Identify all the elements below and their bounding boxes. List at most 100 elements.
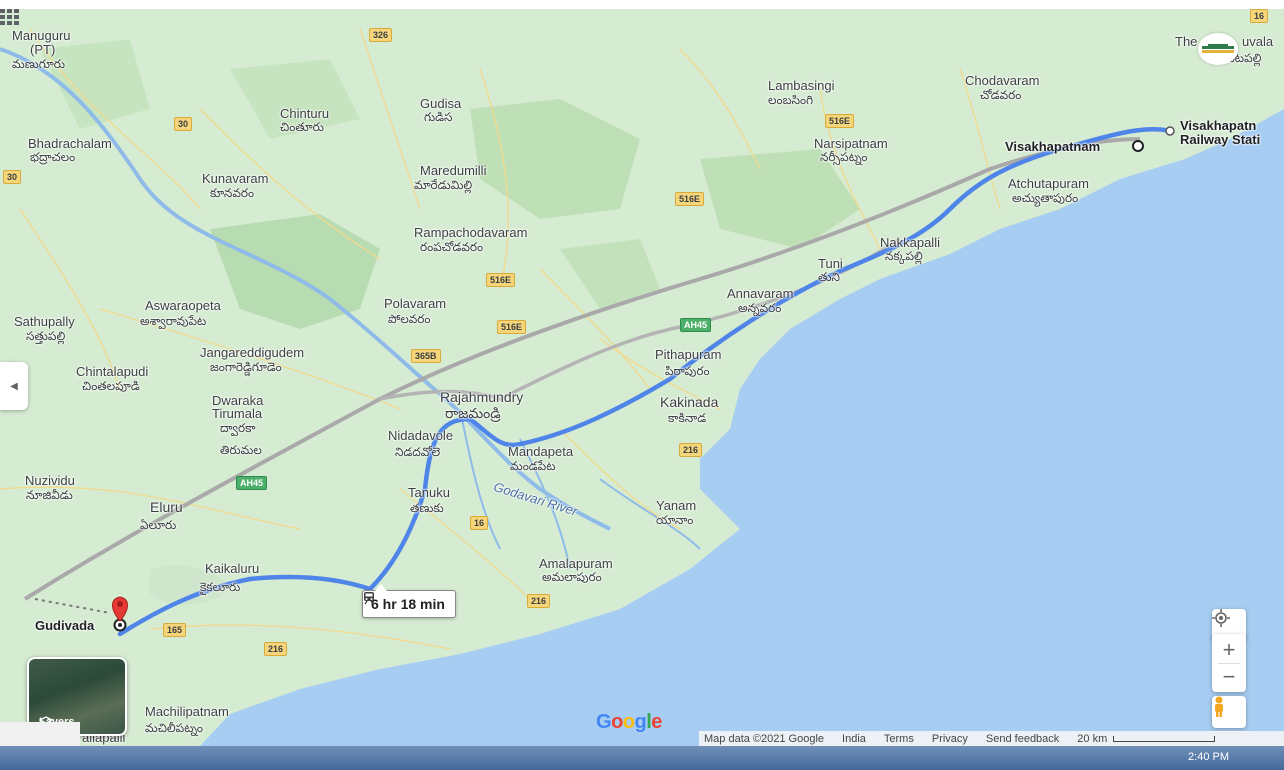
place-label: Atchutapuram bbox=[1008, 176, 1089, 191]
road-shield: 16 bbox=[470, 516, 489, 530]
road-shield: 516E bbox=[497, 320, 527, 334]
origin-label[interactable]: Gudivada bbox=[35, 619, 94, 632]
place-label: Yanam bbox=[656, 498, 697, 513]
place-label: Nidadavole bbox=[388, 428, 454, 443]
place-label: Sathupally bbox=[14, 314, 75, 329]
chevron-left-icon: ◀ bbox=[10, 380, 18, 392]
place-label: చోడవరం bbox=[980, 88, 1022, 102]
road-shield: 216 bbox=[527, 594, 551, 608]
place-label: Rajahmundry bbox=[440, 389, 524, 405]
send-feedback-link[interactable]: Send feedback bbox=[986, 733, 1059, 745]
place-label: నర్సీపట్నం bbox=[820, 150, 868, 164]
zoom-controls: + − bbox=[1212, 634, 1246, 692]
privacy-link[interactable]: Privacy bbox=[932, 733, 968, 745]
apps-grid-icon[interactable] bbox=[0, 9, 20, 25]
station-label[interactable]: Railway Stati bbox=[1180, 133, 1260, 146]
place-label: యానాం bbox=[656, 513, 694, 527]
place-label: Gudisa bbox=[420, 96, 462, 111]
place-label: Kunavaram bbox=[202, 171, 269, 186]
station-label[interactable]: Visakhapatn bbox=[1180, 119, 1256, 132]
destination-label[interactable]: Visakhapatnam bbox=[1005, 140, 1100, 153]
collapse-panel-button[interactable]: ◀ bbox=[0, 362, 28, 410]
place-label: అచ్యుతాపురం bbox=[1012, 191, 1079, 205]
place-label: Chinturu bbox=[280, 106, 330, 121]
place-label: Lambasingi bbox=[768, 78, 835, 93]
region-link[interactable]: India bbox=[842, 733, 866, 745]
place-label: Amalapuram bbox=[539, 556, 613, 571]
road-shield: 30 bbox=[174, 117, 193, 131]
place-label: తుని bbox=[818, 270, 840, 284]
place-label: జంగారెడ్డిగూడెం bbox=[210, 360, 282, 374]
os-taskbar: 2:40 PM bbox=[0, 746, 1284, 770]
place-label: Kaikaluru bbox=[205, 561, 260, 576]
place-label: ద్వారకా bbox=[220, 421, 256, 435]
map-attribution-bar: Map data ©2021 Google India Terms Privac… bbox=[699, 731, 1284, 746]
logo-letter: o bbox=[622, 711, 635, 733]
place-label: Aswaraopeta bbox=[145, 298, 221, 313]
scale-label: 20 km bbox=[1077, 732, 1108, 745]
zoom-out-button[interactable]: − bbox=[1223, 664, 1236, 690]
place-label: లంబసింగి bbox=[768, 93, 814, 107]
place-label: అశ్వారావుపేట bbox=[140, 314, 207, 328]
place-label: uvala bbox=[1242, 34, 1274, 49]
street-view-pegman[interactable] bbox=[1212, 696, 1246, 728]
place-label: Machilipatnam bbox=[145, 704, 229, 719]
place-label: రంపచోడవరం bbox=[420, 240, 484, 254]
logo-letter: G bbox=[596, 711, 612, 733]
place-label: నూజివీడు bbox=[26, 488, 73, 502]
terms-link[interactable]: Terms bbox=[884, 733, 914, 745]
route-duration-label[interactable]: 6 hr 18 min bbox=[362, 584, 456, 618]
place-label: Polavaram bbox=[384, 296, 447, 311]
place-label: Maredumilli bbox=[420, 163, 487, 178]
place-label: Chodavaram bbox=[965, 73, 1040, 88]
place-label: Jangareddigudem bbox=[200, 345, 305, 360]
place-label: Manuguru bbox=[12, 28, 71, 43]
place-label: Tanuku bbox=[408, 485, 450, 500]
road-shield: 326 bbox=[369, 28, 393, 42]
road-shield: 30 bbox=[3, 170, 22, 184]
origin-marker-dot bbox=[118, 623, 122, 627]
place-label: మణుగూరు bbox=[12, 57, 66, 71]
place-label: రాజమండ్రి bbox=[445, 405, 501, 421]
logo-letter: e bbox=[651, 711, 662, 733]
train-icon bbox=[364, 592, 374, 605]
taskbar-clock[interactable]: 2:40 PM bbox=[1188, 751, 1229, 763]
place-label: కాకినాడ bbox=[668, 411, 707, 425]
place-label: భద్రాచలం bbox=[30, 150, 76, 164]
place-label: మారేడుమిల్లి bbox=[414, 178, 473, 192]
road-shield: 165 bbox=[163, 623, 187, 637]
place-label: గుడిస bbox=[424, 110, 453, 124]
place-label: Chintalapudi bbox=[76, 364, 149, 379]
place-label: పోలవరం bbox=[388, 312, 431, 326]
place-label: తణుకు bbox=[410, 501, 444, 515]
place-label: Bhadrachalam bbox=[28, 136, 112, 151]
map-canvas[interactable]: Manuguru (PT) మణుగూరు Bhadrachalam భద్రా… bbox=[0, 9, 1284, 746]
station-marker bbox=[1165, 126, 1175, 136]
place-label: కైకలూరు bbox=[200, 580, 241, 594]
place-label: సత్తుపల్లి bbox=[26, 329, 66, 343]
place-label: నిడదవోలె bbox=[395, 445, 441, 459]
place-label: కూనవరం bbox=[210, 186, 255, 200]
place-label: మచిలీపట్నం bbox=[145, 721, 204, 735]
place-label: అమలాపురం bbox=[542, 570, 602, 584]
map-data-attribution: Map data ©2021 Google bbox=[704, 732, 825, 745]
window-corner bbox=[0, 722, 80, 746]
place-label: Tuni bbox=[818, 256, 843, 271]
account-avatar[interactable] bbox=[1198, 33, 1238, 65]
land-area bbox=[0, 9, 1284, 746]
crosshair-icon bbox=[1212, 609, 1230, 627]
zoom-in-button[interactable]: + bbox=[1223, 637, 1236, 663]
place-label: ఏలూరు bbox=[140, 518, 177, 532]
place-label: Mandapeta bbox=[508, 444, 574, 459]
scale-bar[interactable]: 20 km bbox=[1077, 732, 1216, 745]
road-shield: AH45 bbox=[680, 318, 712, 332]
google-logo: Google bbox=[596, 711, 662, 734]
destination-marker bbox=[1132, 140, 1144, 152]
place-label: Nakkapalli bbox=[880, 235, 940, 250]
place-label: Pithapuram bbox=[655, 347, 722, 362]
place-label: తిరుమల bbox=[220, 443, 262, 457]
scale-line bbox=[1113, 735, 1216, 742]
place-label: నక్కపల్లి bbox=[885, 249, 923, 263]
place-label: The bbox=[1175, 34, 1198, 49]
place-label: Tirumala bbox=[212, 406, 263, 421]
